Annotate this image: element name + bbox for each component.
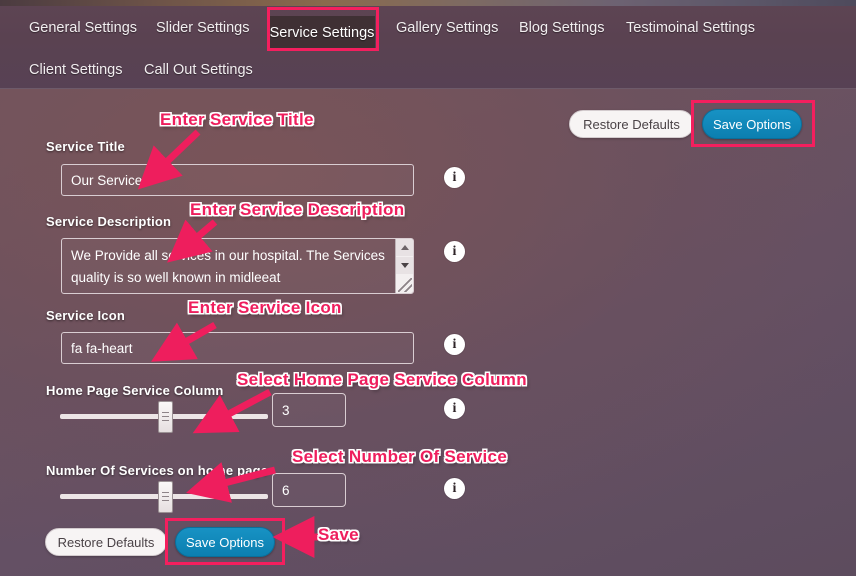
info-icon-number-of-services[interactable]: i xyxy=(444,478,465,499)
annotation-enter-service-icon: Enter Service Icon xyxy=(188,298,342,317)
service-description-text: We Provide all services in our hospital.… xyxy=(71,248,389,285)
scroll-down-icon[interactable] xyxy=(396,257,413,274)
annotation-enter-service-title: Enter Service Title xyxy=(160,110,314,129)
tab-testimonial-settings[interactable]: Testimoinal Settings xyxy=(615,14,766,43)
tab-row-primary: General Settings Slider Settings Service… xyxy=(0,6,856,54)
number-of-services-slider[interactable] xyxy=(60,481,268,513)
label-home-page-service-column: Home Page Service Column xyxy=(46,383,224,398)
label-number-of-services: Number Of Services on home page xyxy=(46,463,269,478)
slider-handle[interactable] xyxy=(158,481,173,513)
label-service-description: Service Description xyxy=(46,214,172,229)
service-title-input[interactable] xyxy=(61,164,414,196)
tab-gallery-settings[interactable]: Gallery Settings xyxy=(385,14,509,43)
tab-client-settings[interactable]: Client Settings xyxy=(18,56,134,85)
tab-general-settings[interactable]: General Settings xyxy=(18,14,148,43)
home-page-service-column-value[interactable] xyxy=(272,393,346,427)
tab-service-settings[interactable]: Service Settings xyxy=(269,16,375,50)
restore-defaults-button-bottom[interactable]: Restore Defaults xyxy=(45,528,167,556)
home-page-service-column-slider[interactable] xyxy=(60,401,268,433)
tab-call-out-settings[interactable]: Call Out Settings xyxy=(133,56,264,85)
scroll-up-icon[interactable] xyxy=(396,239,413,256)
settings-tab-bar: General Settings Slider Settings Service… xyxy=(0,6,856,89)
annotation-select-number-of-service: Select Number Of Service xyxy=(292,447,508,466)
annotation-enter-service-description: Enter Service Description xyxy=(190,200,405,219)
info-icon-service-description[interactable]: i xyxy=(444,241,465,262)
service-icon-input[interactable] xyxy=(61,332,414,364)
settings-form: Restore Defaults Save Options Service Ti… xyxy=(0,88,856,576)
slider-handle[interactable] xyxy=(158,401,173,433)
label-service-title: Service Title xyxy=(46,139,125,154)
tab-row-secondary: Client Settings Call Out Settings xyxy=(0,50,856,88)
info-icon-home-page-service-column[interactable]: i xyxy=(444,398,465,419)
plugin-settings-screen: General Settings Slider Settings Service… xyxy=(0,0,856,576)
info-icon-service-icon[interactable]: i xyxy=(444,334,465,355)
resize-grip-icon[interactable] xyxy=(398,278,412,292)
save-options-button-bottom[interactable]: Save Options xyxy=(175,527,275,557)
textarea-scrollbar[interactable] xyxy=(395,239,413,293)
tab-slider-settings[interactable]: Slider Settings xyxy=(145,14,261,43)
tab-blog-settings[interactable]: Blog Settings xyxy=(508,14,615,43)
annotation-save: Save xyxy=(318,525,359,544)
number-of-services-value[interactable] xyxy=(272,473,346,507)
annotation-select-home-page-column: Select Home Page Service Column xyxy=(237,370,527,389)
save-options-button-top[interactable]: Save Options xyxy=(702,109,802,139)
info-icon-service-title[interactable]: i xyxy=(444,167,465,188)
restore-defaults-button-top[interactable]: Restore Defaults xyxy=(569,110,694,138)
service-description-textarea[interactable]: We Provide all services in our hospital.… xyxy=(61,238,414,294)
label-service-icon: Service Icon xyxy=(46,308,125,323)
